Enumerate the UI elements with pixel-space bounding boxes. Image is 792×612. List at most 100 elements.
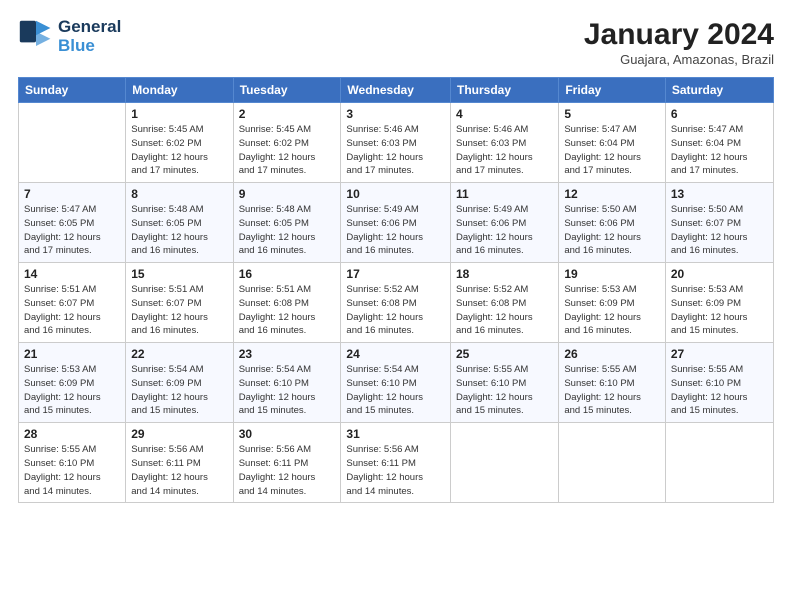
day-number: 28 (24, 427, 120, 441)
day-number: 12 (564, 187, 660, 201)
logo-text: General Blue (58, 18, 121, 55)
calendar-cell: 28 Sunrise: 5:55 AMSunset: 6:10 PMDayligh… (19, 423, 126, 503)
calendar-table: SundayMondayTuesdayWednesdayThursdayFrid… (18, 77, 774, 503)
day-info: Sunrise: 5:47 AMSunset: 6:04 PMDaylight:… (564, 123, 660, 178)
day-number: 31 (346, 427, 445, 441)
day-number: 27 (671, 347, 768, 361)
calendar-week-3: 14 Sunrise: 5:51 AMSunset: 6:07 PMDayligh… (19, 263, 774, 343)
day-number: 15 (131, 267, 227, 281)
day-info: Sunrise: 5:48 AMSunset: 6:05 PMDaylight:… (239, 203, 336, 258)
day-info: Sunrise: 5:50 AMSunset: 6:07 PMDaylight:… (671, 203, 768, 258)
day-info: Sunrise: 5:47 AMSunset: 6:05 PMDaylight:… (24, 203, 120, 258)
calendar-week-5: 28 Sunrise: 5:55 AMSunset: 6:10 PMDayligh… (19, 423, 774, 503)
day-number: 14 (24, 267, 120, 281)
day-number: 23 (239, 347, 336, 361)
weekday-header-monday: Monday (126, 78, 233, 103)
day-info: Sunrise: 5:52 AMSunset: 6:08 PMDaylight:… (456, 283, 553, 338)
day-info: Sunrise: 5:52 AMSunset: 6:08 PMDaylight:… (346, 283, 445, 338)
day-info: Sunrise: 5:51 AMSunset: 6:07 PMDaylight:… (131, 283, 227, 338)
calendar-cell: 6Sunrise: 5:47 AMSunset: 6:04 PMDaylight… (665, 103, 773, 183)
day-info: Sunrise: 5:53 AMSunset: 6:09 PMDaylight:… (24, 363, 120, 418)
weekday-header-wednesday: Wednesday (341, 78, 451, 103)
calendar-cell: 8 Sunrise: 5:48 AMSunset: 6:05 PMDaylight… (126, 183, 233, 263)
day-info: Sunrise: 5:51 AMSunset: 6:08 PMDaylight:… (239, 283, 336, 338)
calendar-cell (559, 423, 666, 503)
weekday-header-thursday: Thursday (451, 78, 559, 103)
weekday-header-saturday: Saturday (665, 78, 773, 103)
day-info: Sunrise: 5:56 AMSunset: 6:11 PMDaylight:… (131, 443, 227, 498)
day-info: Sunrise: 5:48 AMSunset: 6:05 PMDaylight:… (131, 203, 227, 258)
day-info: Sunrise: 5:55 AMSunset: 6:10 PMDaylight:… (564, 363, 660, 418)
day-info: Sunrise: 5:46 AMSunset: 6:03 PMDaylight:… (456, 123, 553, 178)
day-number: 29 (131, 427, 227, 441)
day-number: 2 (239, 107, 336, 121)
day-number: 6 (671, 107, 768, 121)
day-number: 25 (456, 347, 553, 361)
calendar-title: January 2024 (584, 18, 774, 52)
day-number: 16 (239, 267, 336, 281)
day-number: 24 (346, 347, 445, 361)
calendar-cell: 9 Sunrise: 5:48 AMSunset: 6:05 PMDaylight… (233, 183, 341, 263)
calendar-cell: 4 Sunrise: 5:46 AMSunset: 6:03 PMDaylight… (451, 103, 559, 183)
day-info: Sunrise: 5:55 AMSunset: 6:10 PMDaylight:… (456, 363, 553, 418)
day-number: 9 (239, 187, 336, 201)
calendar-cell: 11 Sunrise: 5:49 AMSunset: 6:06 PMDayligh… (451, 183, 559, 263)
calendar-cell: 26 Sunrise: 5:55 AMSunset: 6:10 PMDayligh… (559, 343, 666, 423)
day-info: Sunrise: 5:45 AMSunset: 6:02 PMDaylight:… (239, 123, 336, 178)
day-number: 11 (456, 187, 553, 201)
calendar-cell: 12 Sunrise: 5:50 AMSunset: 6:06 PMDayligh… (559, 183, 666, 263)
day-number: 20 (671, 267, 768, 281)
day-info: Sunrise: 5:54 AMSunset: 6:09 PMDaylight:… (131, 363, 227, 418)
calendar-cell: 23 Sunrise: 5:54 AMSunset: 6:10 PMDayligh… (233, 343, 341, 423)
header: General Blue January 2024 Guajara, Amazo… (18, 18, 774, 67)
calendar-cell: 29 Sunrise: 5:56 AMSunset: 6:11 PMDayligh… (126, 423, 233, 503)
day-number: 26 (564, 347, 660, 361)
weekday-header-tuesday: Tuesday (233, 78, 341, 103)
calendar-cell: 3Sunrise: 5:46 AMSunset: 6:03 PMDaylight… (341, 103, 451, 183)
calendar-cell: 30 Sunrise: 5:56 AMSunset: 6:11 PMDayligh… (233, 423, 341, 503)
day-number: 7 (24, 187, 120, 201)
day-info: Sunrise: 5:45 AMSunset: 6:02 PMDaylight:… (131, 123, 227, 178)
calendar-week-4: 21Sunrise: 5:53 AMSunset: 6:09 PMDayligh… (19, 343, 774, 423)
day-info: Sunrise: 5:54 AMSunset: 6:10 PMDaylight:… (239, 363, 336, 418)
calendar-week-2: 7 Sunrise: 5:47 AMSunset: 6:05 PMDaylight… (19, 183, 774, 263)
day-number: 19 (564, 267, 660, 281)
day-number: 5 (564, 107, 660, 121)
day-info: Sunrise: 5:55 AMSunset: 6:10 PMDaylight:… (24, 443, 120, 498)
calendar-cell: 10 Sunrise: 5:49 AMSunset: 6:06 PMDayligh… (341, 183, 451, 263)
calendar-subtitle: Guajara, Amazonas, Brazil (584, 52, 774, 67)
day-number: 4 (456, 107, 553, 121)
calendar-cell: 31Sunrise: 5:56 AMSunset: 6:11 PMDayligh… (341, 423, 451, 503)
day-number: 22 (131, 347, 227, 361)
calendar-week-1: 1 Sunrise: 5:45 AMSunset: 6:02 PMDaylight… (19, 103, 774, 183)
day-number: 18 (456, 267, 553, 281)
day-number: 13 (671, 187, 768, 201)
calendar-cell: 7 Sunrise: 5:47 AMSunset: 6:05 PMDaylight… (19, 183, 126, 263)
calendar-cell: 1 Sunrise: 5:45 AMSunset: 6:02 PMDaylight… (126, 103, 233, 183)
day-info: Sunrise: 5:50 AMSunset: 6:06 PMDaylight:… (564, 203, 660, 258)
calendar-cell: 5 Sunrise: 5:47 AMSunset: 6:04 PMDaylight… (559, 103, 666, 183)
day-info: Sunrise: 5:49 AMSunset: 6:06 PMDaylight:… (346, 203, 445, 258)
day-number: 10 (346, 187, 445, 201)
calendar-cell (19, 103, 126, 183)
logo-icon (18, 19, 54, 55)
day-info: Sunrise: 5:49 AMSunset: 6:06 PMDaylight:… (456, 203, 553, 258)
day-info: Sunrise: 5:56 AMSunset: 6:11 PMDaylight:… (239, 443, 336, 498)
logo-line2: Blue (58, 36, 95, 55)
weekday-header-friday: Friday (559, 78, 666, 103)
calendar-cell: 13 Sunrise: 5:50 AMSunset: 6:07 PMDayligh… (665, 183, 773, 263)
day-number: 1 (131, 107, 227, 121)
calendar-header-row: SundayMondayTuesdayWednesdayThursdayFrid… (19, 78, 774, 103)
day-info: Sunrise: 5:51 AMSunset: 6:07 PMDaylight:… (24, 283, 120, 338)
day-number: 30 (239, 427, 336, 441)
calendar-cell: 27Sunrise: 5:55 AMSunset: 6:10 PMDayligh… (665, 343, 773, 423)
calendar-cell (451, 423, 559, 503)
calendar-cell: 15 Sunrise: 5:51 AMSunset: 6:07 PMDayligh… (126, 263, 233, 343)
day-number: 8 (131, 187, 227, 201)
day-number: 3 (346, 107, 445, 121)
calendar-cell: 22 Sunrise: 5:54 AMSunset: 6:09 PMDayligh… (126, 343, 233, 423)
logo: General Blue (18, 18, 121, 55)
page: General Blue January 2024 Guajara, Amazo… (0, 0, 792, 612)
day-info: Sunrise: 5:54 AMSunset: 6:10 PMDaylight:… (346, 363, 445, 418)
title-block: January 2024 Guajara, Amazonas, Brazil (584, 18, 774, 67)
